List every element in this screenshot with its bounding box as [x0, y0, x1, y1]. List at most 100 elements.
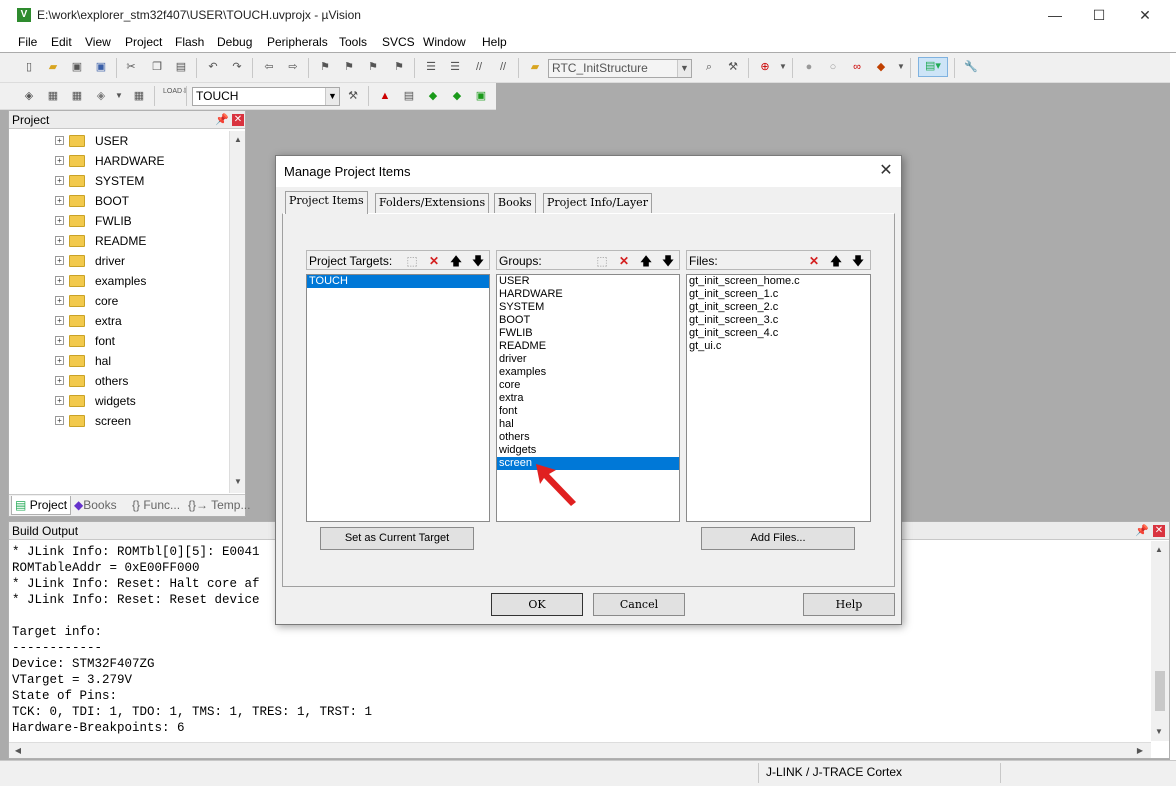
nav-forward-icon[interactable]: ⇨ — [284, 58, 302, 76]
file-item[interactable]: gt_init_screen_home.c — [687, 275, 870, 288]
chevron-down-icon[interactable]: ▼ — [774, 58, 792, 76]
list-item[interactable]: font — [497, 405, 679, 418]
save-icon[interactable]: ▣ — [68, 58, 86, 76]
tab-books[interactable]: Books — [494, 193, 536, 213]
comment-icon[interactable]: // — [470, 58, 488, 76]
list-item[interactable]: examples — [497, 366, 679, 379]
set-as-current-target-button[interactable]: Set as Current Target — [320, 527, 474, 550]
project-scrollbar[interactable]: ▲ ▼ — [229, 131, 245, 493]
build-icon[interactable]: ▦ — [44, 87, 62, 105]
configure-icon[interactable]: 🔧 — [962, 58, 980, 76]
translate-icon[interactable]: ◈ — [20, 87, 38, 105]
nav-back-icon[interactable]: ⇦ — [260, 58, 278, 76]
open-folder-icon[interactable]: ▰ — [44, 58, 62, 76]
menu-file[interactable]: File — [18, 35, 37, 49]
tab-books[interactable]: ◆Books — [71, 496, 120, 515]
expand-icon[interactable]: + — [55, 196, 64, 205]
targets-list[interactable]: TOUCH — [306, 274, 490, 522]
menu-edit[interactable]: Edit — [51, 35, 72, 49]
build-output-scrollbar[interactable]: ▲ ▼ — [1151, 541, 1169, 741]
select-software-packs-icon[interactable]: ▣ — [472, 87, 490, 105]
tab-templates[interactable]: {}→ Temp... — [185, 496, 253, 515]
cancel-button[interactable]: Cancel — [593, 593, 685, 616]
expand-icon[interactable]: + — [55, 276, 64, 285]
load-download-icon[interactable]: LOAD⇩ — [162, 87, 188, 105]
target-options-icon[interactable]: ⚒ — [344, 87, 362, 105]
files-list[interactable]: gt_init_screen_home.c gt_init_screen_1.c… — [686, 274, 871, 522]
menu-peripherals[interactable]: Peripherals — [267, 35, 328, 49]
redo-icon[interactable]: ↷ — [228, 58, 246, 76]
close-icon[interactable]: ✕ — [1153, 525, 1165, 537]
function-combo[interactable]: RTC_InitStructure ▼ — [548, 59, 692, 78]
expand-icon[interactable]: + — [55, 296, 64, 305]
file-item[interactable]: gt_init_screen_1.c — [687, 288, 870, 301]
scroll-right-icon[interactable]: ▶ — [1133, 744, 1147, 758]
menu-help[interactable]: Help — [482, 35, 507, 49]
build-output-hscrollbar[interactable]: ◀ ▶ — [9, 742, 1151, 758]
find-in-files-icon[interactable]: ▰ — [526, 58, 544, 76]
menu-window[interactable]: Window — [423, 35, 466, 49]
dialog-close-button[interactable]: ✕ — [874, 161, 898, 181]
menu-flash[interactable]: Flash — [175, 35, 204, 49]
breakpoint-icon[interactable]: ● — [800, 58, 818, 76]
cut-icon[interactable]: ✂ — [122, 58, 140, 76]
expand-icon[interactable]: + — [55, 176, 64, 185]
tab-project-info-layer[interactable]: Project Info/Layer — [543, 193, 652, 213]
rebuild-icon[interactable]: ▦ — [68, 87, 86, 105]
indent-icon[interactable]: ☰ — [422, 58, 440, 76]
target-select[interactable]: TOUCH ▼ — [192, 87, 340, 106]
kill-breakpoints-icon[interactable]: ◆ — [872, 58, 890, 76]
move-up-icon[interactable]: 🡅 — [827, 252, 845, 268]
expand-icon[interactable]: + — [55, 396, 64, 405]
expand-icon[interactable]: + — [55, 336, 64, 345]
copy-icon[interactable]: ❐ — [148, 58, 166, 76]
delete-icon[interactable]: ✕ — [615, 252, 633, 268]
menu-project[interactable]: Project — [125, 35, 162, 49]
pin-icon[interactable]: 📌 — [1135, 524, 1149, 537]
select-packs-icon[interactable]: ▤ — [400, 87, 418, 105]
chevron-down-icon[interactable]: ▼ — [677, 60, 691, 77]
list-item[interactable]: others — [497, 431, 679, 444]
list-item[interactable]: HARDWARE — [497, 288, 679, 301]
new-item-icon[interactable]: ⬚ — [403, 252, 421, 268]
menu-svcs[interactable]: SVCS — [382, 35, 415, 49]
file-item[interactable]: gt_init_screen_2.c — [687, 301, 870, 314]
pack-installer-icon[interactable]: ◆ — [448, 87, 466, 105]
expand-icon[interactable]: + — [55, 216, 64, 225]
window-layout-icon[interactable]: ▤▾ — [918, 57, 948, 77]
tab-project-items[interactable]: Project Items — [285, 191, 368, 214]
expand-icon[interactable]: + — [55, 136, 64, 145]
expand-icon[interactable]: + — [55, 236, 64, 245]
scroll-down-icon[interactable]: ▼ — [1152, 725, 1166, 739]
prev-bookmark-icon[interactable]: ⚑ — [340, 58, 358, 76]
scroll-up-icon[interactable]: ▲ — [1152, 543, 1166, 557]
move-up-icon[interactable]: 🡅 — [637, 252, 655, 268]
move-down-icon[interactable]: 🡇 — [659, 252, 677, 268]
list-item[interactable]: driver — [497, 353, 679, 366]
bookmark-icon[interactable]: ⚑ — [316, 58, 334, 76]
uncomment-icon[interactable]: // — [494, 58, 512, 76]
pin-icon[interactable]: 📌 — [215, 113, 229, 126]
expand-icon[interactable]: + — [55, 156, 64, 165]
ok-button[interactable]: OK — [491, 593, 583, 616]
tab-functions[interactable]: {} Func... — [129, 496, 183, 515]
new-file-icon[interactable]: ▯ — [20, 58, 38, 76]
expand-icon[interactable]: + — [55, 316, 64, 325]
expand-icon[interactable]: + — [55, 376, 64, 385]
scroll-down-icon[interactable]: ▼ — [231, 475, 245, 489]
file-item[interactable]: gt_init_screen_3.c — [687, 314, 870, 327]
scroll-left-icon[interactable]: ◀ — [11, 744, 25, 758]
help-button[interactable]: Help — [803, 593, 895, 616]
manage-rte-icon[interactable]: ◆ — [424, 87, 442, 105]
add-files-button[interactable]: Add Files... — [701, 527, 855, 550]
list-item[interactable]: extra — [497, 392, 679, 405]
disable-breakpoints-icon[interactable]: ∞ — [848, 58, 866, 76]
list-item[interactable]: widgets — [497, 444, 679, 457]
menu-view[interactable]: View — [85, 35, 111, 49]
delete-icon[interactable]: ✕ — [805, 252, 823, 268]
expand-icon[interactable]: + — [55, 416, 64, 425]
file-item[interactable]: gt_ui.c — [687, 340, 870, 353]
next-bookmark-icon[interactable]: ⚑ — [364, 58, 382, 76]
manage-project-items-icon[interactable]: ▲ — [376, 87, 394, 105]
debug-session-icon[interactable]: ⊕ — [756, 58, 774, 76]
